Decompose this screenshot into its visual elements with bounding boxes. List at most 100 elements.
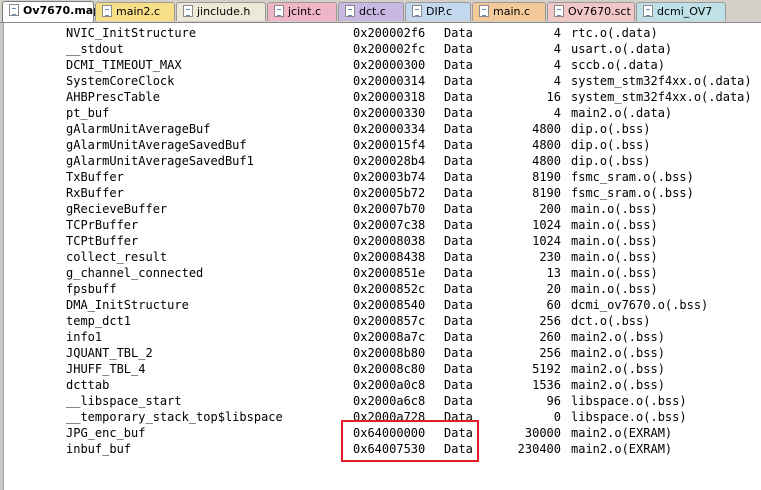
symbol-object: main.o(.bss) (571, 218, 658, 232)
map-line[interactable]: TCPtBuffer 0x20008038 Data 1024 main.o(.bss) (4, 233, 761, 249)
map-line[interactable]: __stdout 0x200002fc Data 4 usart.o(.data) (4, 41, 761, 57)
symbol-type: Data (444, 298, 473, 312)
symbol-name: TCPtBuffer (66, 234, 139, 248)
map-line[interactable]: fpsbuff 0x2000852c Data 20 main.o(.bss) (4, 281, 761, 297)
symbol-object: main2.o(.data) (571, 106, 673, 120)
symbol-type: Data (444, 282, 473, 296)
map-line[interactable]: JQUANT_TBL_2 0x20008b80 Data 256 main2.o(.bs… (4, 345, 761, 361)
symbol-object: main2.o(.bss) (571, 362, 665, 376)
symbol-object: rtc.o(.data) (571, 26, 658, 40)
symbol-address: 0x64007530 (353, 442, 426, 456)
symbol-address: 0x200002fc (353, 42, 426, 56)
tab-dip-c[interactable]: DIP.c (405, 2, 471, 21)
symbol-size: 4 (553, 106, 561, 120)
tab-ov7670-map[interactable]: Ov7670.map (2, 1, 101, 22)
symbol-object: dcmi_ov7670.o(.bss) (571, 298, 709, 312)
symbol-type: Data (444, 410, 473, 424)
tab-label: main.c (493, 5, 531, 18)
map-line[interactable]: RxBuffer 0x20005b72 Data 8190 fsmc_sram.o(.b… (4, 185, 761, 201)
map-line[interactable]: TxBuffer 0x20003b74 Data 8190 fsmc_sram.o(.b… (4, 169, 761, 185)
symbol-name: __temporary_stack_top$libspace (66, 410, 283, 424)
map-line[interactable]: g_channel_connected 0x2000851e Data 13 main.… (4, 265, 761, 281)
tab-jinclude-h[interactable]: jinclude.h (176, 2, 266, 21)
symbol-type: Data (444, 250, 473, 264)
map-line[interactable]: gAlarmUnitAverageBuf 0x20000334 Data 4800 di… (4, 121, 761, 137)
symbol-address: 0x20008438 (353, 250, 426, 264)
symbol-name: JHUFF_TBL_4 (66, 362, 146, 376)
symbol-object: usart.o(.data) (571, 42, 673, 56)
symbol-size: 256 (539, 346, 561, 360)
symbol-object: main.o(.bss) (571, 234, 658, 248)
map-line[interactable]: dcttab 0x2000a0c8 Data 1536 main2.o(.bss) (4, 377, 761, 393)
map-line[interactable]: TCPrBuffer 0x20007c38 Data 1024 main.o(.bss) (4, 217, 761, 233)
symbol-address: 0x2000852c (353, 282, 426, 296)
map-file-editor[interactable]: NVIC_InitStructure 0x200002f6 Data 4 rtc.o(.… (4, 23, 761, 490)
symbol-type: Data (444, 346, 473, 360)
map-line[interactable]: __libspace_start 0x2000a6c8 Data 96 libspace… (4, 393, 761, 409)
symbol-address: 0x20007b70 (353, 202, 426, 216)
symbol-address: 0x20008540 (353, 298, 426, 312)
symbol-name: RxBuffer (66, 186, 124, 200)
map-line[interactable]: gRecieveBuffer 0x20007b70 Data 200 main.o(.b… (4, 201, 761, 217)
symbol-address: 0x20000334 (353, 122, 426, 136)
map-line[interactable]: JPG_enc_buf 0x64000000 Data 30000 main2.o(EX… (4, 425, 761, 441)
symbol-object: sccb.o(.data) (571, 58, 665, 72)
map-line[interactable]: gAlarmUnitAverageSavedBuf 0x200015f4 Data 4… (4, 137, 761, 153)
symbol-name: g_channel_connected (66, 266, 204, 280)
symbol-address: 0x20000318 (353, 90, 426, 104)
symbol-object: main2.o(.bss) (571, 378, 665, 392)
symbol-size: 20 (546, 282, 561, 296)
symbol-size: 13 (546, 266, 561, 280)
map-line[interactable]: SystemCoreClock 0x20000314 Data 4 system_stm… (4, 73, 761, 89)
map-line[interactable]: pt_buf 0x20000330 Data 4 main2.o(.data) (4, 105, 761, 121)
symbol-name: gAlarmUnitAverageSavedBuf (66, 138, 247, 152)
symbol-type: Data (444, 122, 473, 136)
symbol-object: fsmc_sram.o(.bss) (571, 170, 694, 184)
map-line[interactable]: __temporary_stack_top$libspace 0x2000a728… (4, 409, 761, 425)
symbol-object: main2.o(EXRAM) (571, 426, 673, 440)
symbol-name: pt_buf (66, 106, 110, 120)
symbol-size: 30000 (524, 426, 561, 440)
symbol-address: 0x20008c80 (353, 362, 426, 376)
symbol-object: main.o(.bss) (571, 202, 658, 216)
map-line[interactable]: info1 0x20008a7c Data 260 main2.o(.bss) (4, 329, 761, 345)
symbol-type: Data (444, 74, 473, 88)
symbol-object: main.o(.bss) (571, 266, 658, 280)
map-line[interactable]: AHBPrescTable 0x20000318 Data 16 system_stm3… (4, 89, 761, 105)
tab-dct-c[interactable]: dct.c (338, 2, 404, 21)
file-icon (643, 5, 653, 17)
file-icon (183, 5, 193, 17)
editor-tab-bar: Ov7670.map main2.c jinclude.h jcint.c dct.c D… (0, 0, 761, 23)
symbol-name: gAlarmUnitAverageBuf (66, 122, 211, 136)
map-line[interactable]: inbuf_buf 0x64007530 Data 230400 main2.o(EX… (4, 441, 761, 457)
symbol-size: 96 (546, 394, 561, 408)
symbol-size: 230 (539, 250, 561, 264)
file-icon (479, 5, 489, 17)
tab-jcint-c[interactable]: jcint.c (267, 2, 337, 21)
symbol-address: 0x20005b72 (353, 186, 426, 200)
symbol-type: Data (444, 58, 473, 72)
map-line[interactable]: DMA_InitStructure 0x20008540 Data 60 dcmi_ov… (4, 297, 761, 313)
map-line[interactable]: gAlarmUnitAverageSavedBuf1 0x200028b4 Data… (4, 153, 761, 169)
map-line[interactable]: DCMI_TIMEOUT_MAX 0x20000300 Data 4 sccb.o(.d… (4, 57, 761, 73)
tab-main-c[interactable]: main.c (472, 2, 546, 21)
symbol-name: gAlarmUnitAverageSavedBuf1 (66, 154, 254, 168)
symbol-type: Data (444, 266, 473, 280)
symbol-object: main.o(.bss) (571, 250, 658, 264)
symbol-size: 230400 (517, 442, 561, 456)
map-line[interactable]: JHUFF_TBL_4 0x20008c80 Data 5192 main2.o(.bs… (4, 361, 761, 377)
symbol-size: 8190 (532, 170, 561, 184)
map-line[interactable]: collect_result 0x20008438 Data 230 main.o(.b… (4, 249, 761, 265)
tab-dcmi-ov7[interactable]: dcmi_OV7 (636, 2, 726, 21)
tab-ov7670-sct[interactable]: Ov7670.sct (547, 2, 635, 21)
symbol-name: info1 (66, 330, 103, 344)
symbol-size: 8190 (532, 186, 561, 200)
symbol-type: Data (444, 394, 473, 408)
map-line[interactable]: temp_dct1 0x2000857c Data 256 dct.o(.bss) (4, 313, 761, 329)
symbol-size: 1024 (532, 218, 561, 232)
symbol-size: 260 (539, 330, 561, 344)
symbol-object: dip.o(.bss) (571, 138, 651, 152)
map-line[interactable]: NVIC_InitStructure 0x200002f6 Data 4 rtc.o(.… (4, 25, 761, 41)
tab-main2-c[interactable]: main2.c (95, 2, 175, 21)
symbol-size: 4800 (532, 154, 561, 168)
